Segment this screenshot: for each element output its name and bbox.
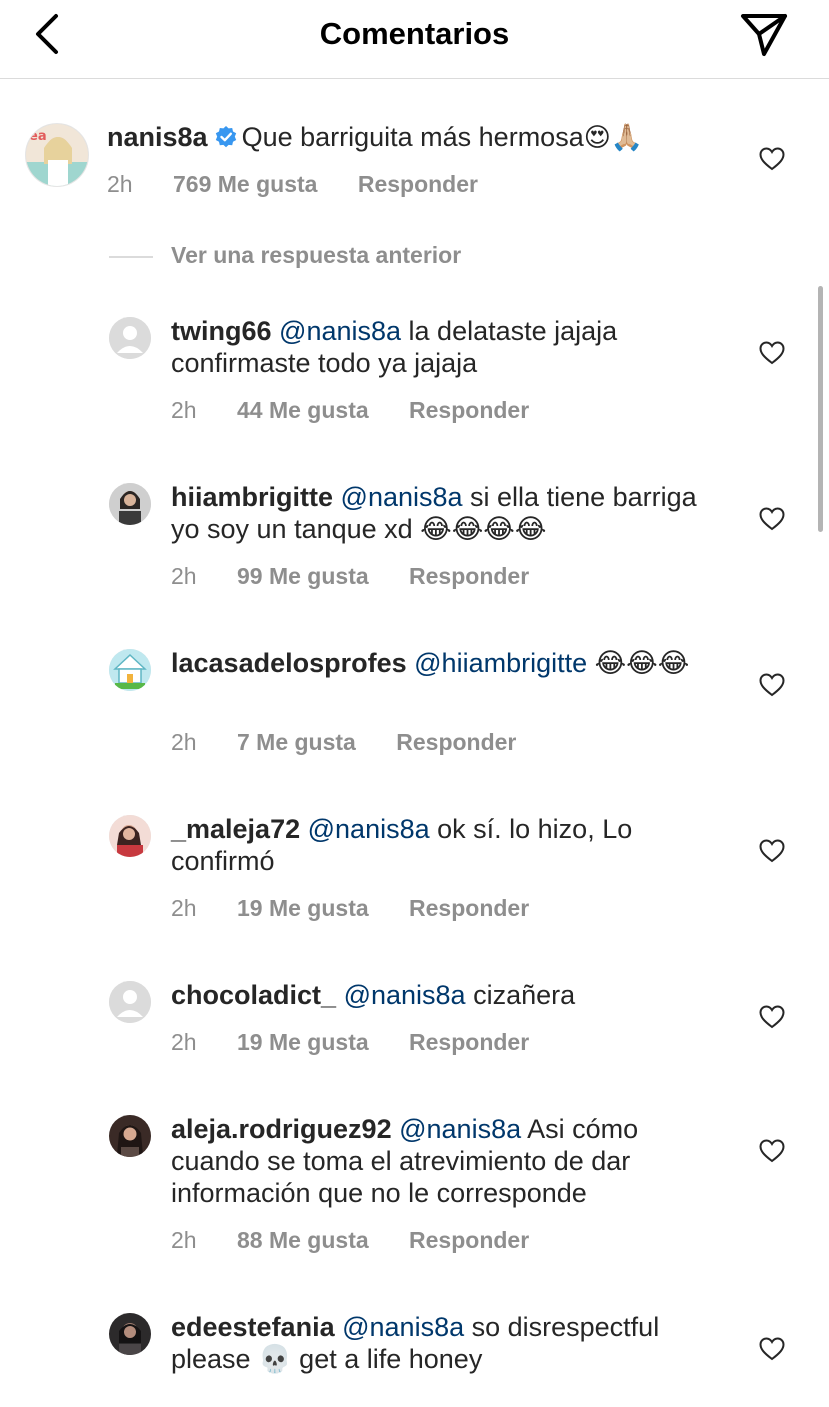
comment-time: 2h: [107, 171, 133, 197]
comment-username[interactable]: twing66: [171, 316, 272, 346]
mention-link[interactable]: @nanis8a: [342, 1312, 464, 1342]
reply-button[interactable]: Responder: [358, 171, 478, 197]
heart-icon[interactable]: [759, 1005, 785, 1029]
mention-link[interactable]: @hiiambrigitte: [414, 648, 587, 678]
comment-meta: 2h 19 Me gusta Responder: [171, 895, 563, 922]
avatar[interactable]: [109, 649, 151, 691]
comment-meta: 2h 99 Me gusta Responder: [171, 563, 563, 590]
comment-text: cizañera: [465, 980, 576, 1010]
comment-meta: 2h 19 Me gusta Responder: [171, 1029, 563, 1056]
comment-meta: 2h 44 Me gusta Responder: [171, 397, 563, 424]
comment-username[interactable]: _maleja72: [171, 814, 300, 844]
reply-button[interactable]: Responder: [409, 563, 529, 589]
heart-icon[interactable]: [759, 341, 785, 365]
reply-button[interactable]: Responder: [396, 729, 516, 755]
comment-time: 2h: [171, 895, 197, 921]
reply-button[interactable]: Responder: [409, 1029, 529, 1055]
avatar[interactable]: [109, 815, 151, 857]
likes-count[interactable]: 44 Me gusta: [237, 397, 369, 423]
comment-time: 2h: [171, 397, 197, 423]
avatar[interactable]: [109, 317, 151, 359]
share-button[interactable]: [740, 12, 788, 58]
comment-text: 😂😂😂: [587, 648, 690, 678]
verified-badge-icon: [215, 126, 236, 148]
page-title: Comentarios: [319, 16, 510, 51]
view-previous-replies-label: Ver una respuesta anterior: [171, 242, 462, 268]
mention-link[interactable]: @nanis8a: [399, 1114, 521, 1144]
avatar[interactable]: ea: [25, 123, 89, 187]
comment-username[interactable]: nanis8a: [107, 122, 208, 152]
comment-meta: 2h 7 Me gusta Responder: [171, 729, 550, 756]
heart-icon[interactable]: [759, 673, 785, 697]
comment-emoji: 😍🙏🏼: [583, 122, 644, 152]
comment-time: 2h: [171, 1029, 197, 1055]
avatar[interactable]: [109, 1115, 151, 1157]
avatar[interactable]: [109, 483, 151, 525]
likes-count[interactable]: 19 Me gusta: [237, 1029, 369, 1055]
mention-link[interactable]: @nanis8a: [279, 316, 401, 346]
divider-line: [109, 255, 153, 258]
svg-text:ea: ea: [29, 129, 47, 144]
default-avatar-icon: [109, 317, 151, 359]
comment-username[interactable]: chocoladict_: [171, 980, 336, 1010]
header: Comentarios: [0, 0, 829, 79]
comment-time: 2h: [171, 1227, 197, 1253]
comment-time: 2h: [171, 729, 197, 755]
likes-count[interactable]: 88 Me gusta: [237, 1227, 369, 1253]
likes-count[interactable]: 769 Me gusta: [173, 171, 317, 197]
heart-icon[interactable]: [759, 147, 785, 171]
paper-plane-icon: [741, 14, 787, 56]
comment-text: Que barriguita más hermosa: [241, 122, 584, 152]
heart-icon[interactable]: [759, 839, 785, 863]
comment-time: 2h: [171, 563, 197, 589]
comment-username[interactable]: edeestefania: [171, 1312, 335, 1342]
comment-meta: 2h 88 Me gusta Responder: [171, 1227, 563, 1254]
heart-icon[interactable]: [759, 507, 785, 531]
comment-meta: 2h 769 Me gusta Responder: [107, 171, 512, 198]
comment-username[interactable]: hiiambrigitte: [171, 482, 333, 512]
avatar[interactable]: [109, 981, 151, 1023]
heart-icon[interactable]: [759, 1139, 785, 1163]
reply-button[interactable]: Responder: [409, 1227, 529, 1253]
likes-count[interactable]: 7 Me gusta: [237, 729, 356, 755]
comment-username[interactable]: lacasadelosprofes: [171, 648, 407, 678]
mention-link[interactable]: @nanis8a: [341, 482, 463, 512]
scrollbar[interactable]: [818, 286, 823, 532]
reply-button[interactable]: Responder: [409, 895, 529, 921]
likes-count[interactable]: 19 Me gusta: [237, 895, 369, 921]
default-avatar-icon: [109, 981, 151, 1023]
heart-icon[interactable]: [759, 1337, 785, 1361]
mention-link[interactable]: @nanis8a: [344, 980, 466, 1010]
avatar[interactable]: [109, 1313, 151, 1355]
mention-link[interactable]: @nanis8a: [308, 814, 430, 844]
reply-button[interactable]: Responder: [409, 397, 529, 423]
view-previous-replies-button[interactable]: Ver una respuesta anterior: [109, 242, 461, 272]
comment-username[interactable]: aleja.rodriguez92: [171, 1114, 392, 1144]
likes-count[interactable]: 99 Me gusta: [237, 563, 369, 589]
